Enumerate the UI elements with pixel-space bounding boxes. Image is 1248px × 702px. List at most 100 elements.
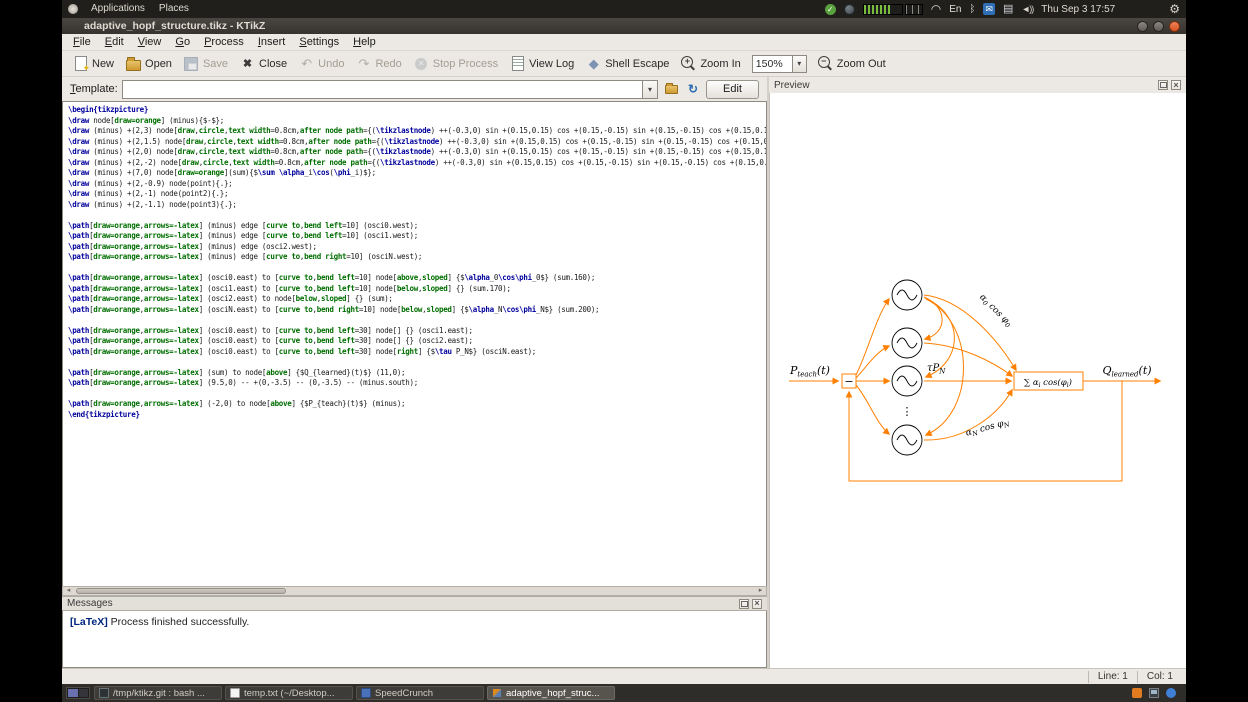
code-line: \draw (minus) +(7,0) node[draw=orange](s… xyxy=(68,168,766,179)
open-template-button[interactable] xyxy=(662,80,680,98)
open-folder-icon xyxy=(665,85,678,94)
window-title: adaptive_hopf_structure.tikz - KTikZ xyxy=(84,20,265,32)
zoom-level-combobox[interactable]: 150% ▾ xyxy=(752,55,807,73)
taskbar: /tmp/ktikz.git : bash ...temp.txt (~/Des… xyxy=(62,684,1186,702)
keyboard-layout-indicator[interactable]: En xyxy=(949,4,961,15)
menu-process[interactable]: Process xyxy=(197,34,251,51)
minus-node: − xyxy=(844,375,853,388)
code-line: \begin{tikzpicture} xyxy=(68,105,766,116)
message-entry: [LaTeX] Process finished successfully. xyxy=(70,616,759,628)
scrollbar-thumb[interactable] xyxy=(76,588,286,594)
vertical-dots: ⋮ xyxy=(902,405,913,418)
system-monitor-icon[interactable] xyxy=(863,4,923,15)
preview-undock-icon[interactable] xyxy=(1158,80,1168,90)
network-icon[interactable] xyxy=(844,4,855,15)
messages-undock-icon[interactable] xyxy=(739,599,749,609)
code-line xyxy=(68,357,766,368)
code-line: \path[draw=orange,arrows=-latex] (osci0.… xyxy=(68,273,766,284)
tray-icon-monitor[interactable] xyxy=(1149,688,1159,698)
workspace-switcher-icon[interactable] xyxy=(66,687,90,699)
panel-menu-places[interactable]: Places xyxy=(152,0,196,18)
terminal-icon xyxy=(99,688,109,698)
session-menu-icon[interactable]: ⚙ xyxy=(1169,3,1180,15)
preview-close-icon[interactable] xyxy=(1171,80,1181,90)
messages-log: [LaTeX] Process finished successfully. xyxy=(62,611,767,668)
distributor-logo-icon[interactable] xyxy=(68,4,78,14)
messages-title: Messages xyxy=(67,598,113,609)
toolbar: NewOpenSaveCloseUndoRedoStop ProcessView… xyxy=(62,51,1186,77)
updates-icon[interactable]: ✓ xyxy=(825,4,836,15)
minus-to-osci1-arrow xyxy=(856,346,889,378)
tray-icon-orange-box[interactable] xyxy=(1132,688,1142,698)
close-button[interactable] xyxy=(1169,21,1180,32)
titlebar[interactable]: adaptive_hopf_structure.tikz - KTikZ xyxy=(62,18,1186,34)
top-panel: ApplicationsPlaces ✓ ◠ En ᛒ ✉ ▤ ◄)) Thu … xyxy=(62,0,1186,18)
code-line: \path[draw=orange,arrows=-latex] (osci1.… xyxy=(68,284,766,295)
q-learned-label: Qlearned(t) xyxy=(1102,364,1151,379)
taskbar-item[interactable]: adaptive_hopf_struc... xyxy=(487,686,615,700)
scroll-left-arrow-icon[interactable]: ◂ xyxy=(63,587,74,595)
template-combo-input[interactable] xyxy=(122,80,642,99)
code-line: \path[draw=orange,arrows=-latex] (osciN.… xyxy=(68,305,766,316)
taskbar-item[interactable]: /tmp/ktikz.git : bash ... xyxy=(94,686,222,700)
volume-icon[interactable]: ◄)) xyxy=(1021,4,1033,14)
speedcrunch-icon xyxy=(361,688,371,698)
code-line xyxy=(68,389,766,400)
editor-horizontal-scrollbar[interactable]: ◂ ▸ xyxy=(62,586,767,596)
save-button: Save xyxy=(179,54,233,73)
minimize-button[interactable] xyxy=(1137,21,1148,32)
taskbar-item[interactable]: temp.txt (~/Desktop... xyxy=(225,686,353,700)
scroll-right-arrow-icon[interactable]: ▸ xyxy=(755,587,766,595)
zoom-out-button[interactable]: Zoom Out xyxy=(813,54,891,73)
code-line: \draw node[draw=orange] (minus){$-$}; xyxy=(68,116,766,127)
preview-title: Preview xyxy=(774,80,810,91)
taskbar-item[interactable]: SpeedCrunch xyxy=(356,686,484,700)
wifi-icon[interactable]: ◠ xyxy=(931,4,941,14)
menu-file[interactable]: File xyxy=(66,34,98,51)
mail-icon[interactable]: ✉ xyxy=(983,3,995,15)
close-button[interactable]: Close xyxy=(235,54,292,73)
zoom-combo-dropdown-arrow[interactable]: ▾ xyxy=(792,55,807,73)
menu-help[interactable]: Help xyxy=(346,34,383,51)
code-line: \draw (minus) +(2,-0.9) node(point){.}; xyxy=(68,179,766,190)
bluetooth-icon[interactable]: ᛒ xyxy=(969,4,975,15)
text-file-icon xyxy=(230,688,240,698)
desktop: ApplicationsPlaces ✓ ◠ En ᛒ ✉ ▤ ◄)) Thu … xyxy=(62,0,1186,702)
code-line xyxy=(68,210,766,221)
minus-to-osci0-arrow xyxy=(856,299,889,375)
code-line xyxy=(68,315,766,326)
maximize-button[interactable] xyxy=(1153,21,1164,32)
keyboard-icon[interactable]: ▤ xyxy=(1003,4,1013,15)
menu-go[interactable]: Go xyxy=(168,34,197,51)
zoom-level-value[interactable]: 150% xyxy=(752,55,792,73)
message-tag: [LaTeX] xyxy=(70,616,108,628)
tray-icon-blue-circle[interactable] xyxy=(1166,688,1176,698)
panel-menu-applications[interactable]: Applications xyxy=(84,0,152,18)
save-icon xyxy=(184,56,199,71)
code-editor[interactable]: \begin{tikzpicture}\draw node[draw=orang… xyxy=(62,101,767,586)
reload-template-button[interactable]: ↻ xyxy=(684,80,702,98)
code-line xyxy=(68,263,766,274)
menu-edit[interactable]: Edit xyxy=(98,34,131,51)
template-edit-button[interactable]: Edit xyxy=(706,80,759,99)
menu-settings[interactable]: Settings xyxy=(292,34,346,51)
open-button[interactable]: Open xyxy=(121,54,177,73)
ktikz-window: adaptive_hopf_structure.tikz - KTikZ Fil… xyxy=(62,18,1186,684)
code-line: \path[draw=orange,arrows=-latex] (osci0.… xyxy=(68,336,766,347)
status-col-indicator: Col: 1 xyxy=(1137,671,1182,683)
new-document-icon xyxy=(73,56,88,71)
code-line: \path[draw=orange,arrows=-latex] (minus)… xyxy=(68,221,766,232)
clock[interactable]: Thu Sep 3 17:57 xyxy=(1041,4,1115,15)
shell-escape-button[interactable]: Shell Escape xyxy=(581,54,674,73)
zoom-in-button[interactable]: Zoom In xyxy=(676,54,745,73)
stop-process-icon xyxy=(414,56,429,71)
menu-insert[interactable]: Insert xyxy=(251,34,293,51)
new-button[interactable]: New xyxy=(68,54,119,73)
view-log-button[interactable]: View Log xyxy=(505,54,579,73)
messages-close-icon[interactable] xyxy=(752,599,762,609)
template-combobox[interactable]: ▾ xyxy=(122,80,658,99)
template-combo-dropdown-arrow[interactable]: ▾ xyxy=(642,80,658,99)
undo-icon xyxy=(299,56,314,71)
code-line: \draw (minus) +(2,1.5) node[draw,circle,… xyxy=(68,137,766,148)
menu-view[interactable]: View xyxy=(131,34,169,51)
